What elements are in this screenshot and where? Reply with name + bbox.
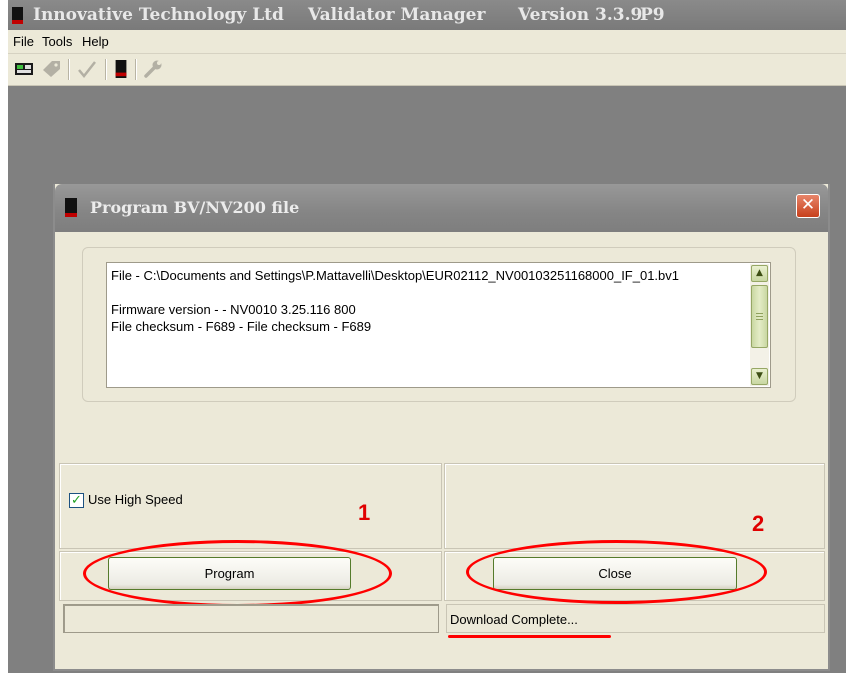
menu-help[interactable]: Help xyxy=(82,34,109,49)
progress-status-panel xyxy=(63,604,439,633)
menu-bar: File Tools Help xyxy=(8,30,846,54)
validator-icon[interactable] xyxy=(114,60,128,78)
vertical-scrollbar[interactable]: ▲ ▼ xyxy=(750,264,769,386)
scroll-up-button[interactable]: ▲ xyxy=(751,265,768,282)
dialog-title: Program BV/NV200 file xyxy=(90,198,300,217)
program-file-dialog: Program BV/NV200 file ✕ File - C:\Docume… xyxy=(53,184,830,671)
app-title-bar: Innovative Technology Ltd Validator Mana… xyxy=(8,0,846,30)
download-status-panel: Download Complete... xyxy=(446,604,825,633)
check-icon[interactable] xyxy=(76,60,98,78)
validator-icon xyxy=(65,198,77,217)
use-high-speed-checkbox[interactable]: ✓ xyxy=(69,493,84,508)
toolbar-separator xyxy=(135,59,137,80)
connect-icon[interactable] xyxy=(14,60,34,78)
dialog-title-bar[interactable]: Program BV/NV200 file ✕ xyxy=(55,184,828,232)
firmware-version-line: Firmware version - - NV0010 3.25.116 800 xyxy=(111,302,356,317)
toolbar-separator xyxy=(105,59,107,80)
annotation-ellipse-program xyxy=(83,540,392,607)
tag-icon[interactable] xyxy=(40,60,62,78)
annotation-number-1: 1 xyxy=(358,500,371,525)
scroll-thumb[interactable] xyxy=(751,285,768,348)
wrench-icon[interactable] xyxy=(142,60,164,78)
annotation-number-2: 2 xyxy=(752,511,765,536)
file-info-content: File - C:\Documents and Settings\P.Matta… xyxy=(111,267,747,335)
download-status-text: Download Complete... xyxy=(450,612,578,627)
menu-file[interactable]: File xyxy=(13,34,34,49)
dialog-close-button[interactable]: ✕ xyxy=(796,194,820,218)
validator-app-icon xyxy=(12,7,23,24)
title-app: Validator Manager xyxy=(308,5,486,25)
title-variant: P9 xyxy=(640,5,665,25)
use-high-speed-label: Use High Speed xyxy=(88,492,183,507)
toolbar-separator xyxy=(68,59,70,80)
file-checksum-line: File checksum - F689 - File checksum - F… xyxy=(111,319,372,334)
title-company: Innovative Technology Ltd xyxy=(33,5,284,25)
file-info-textbox[interactable]: File - C:\Documents and Settings\P.Matta… xyxy=(106,262,771,388)
annotation-ellipse-close xyxy=(466,540,767,604)
file-path-line: File - C:\Documents and Settings\P.Matta… xyxy=(111,268,680,283)
title-version: Version 3.3.9 xyxy=(518,5,643,25)
annotation-underline xyxy=(448,635,611,638)
menu-tools[interactable]: Tools xyxy=(42,34,72,49)
info-panel xyxy=(444,463,825,549)
toolbar xyxy=(8,54,846,86)
scroll-down-button[interactable]: ▼ xyxy=(751,368,768,385)
